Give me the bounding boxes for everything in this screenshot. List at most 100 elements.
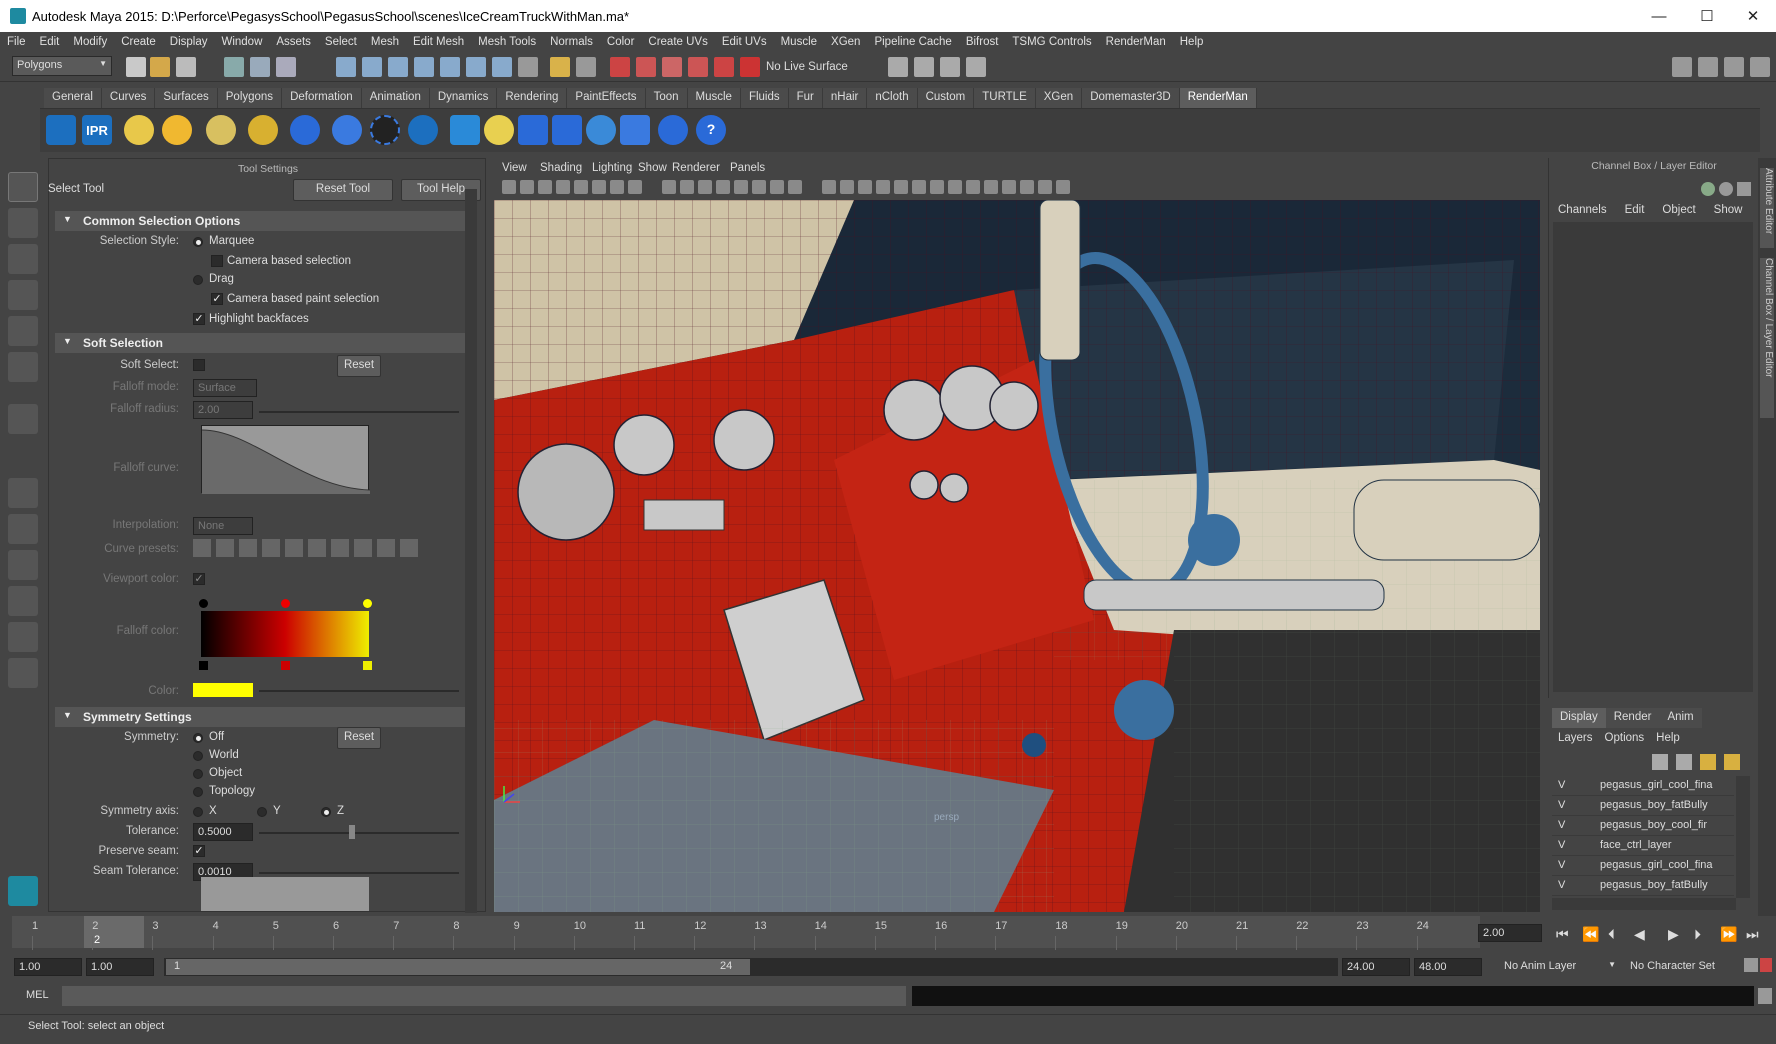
play-forwards-icon[interactable]: ▶ [1668,926,1679,943]
calculator-icon[interactable] [518,115,548,145]
layer-menu-options[interactable]: Options [1599,730,1651,748]
select-component-icon[interactable] [276,57,296,77]
tool-settings-toggle-icon[interactable] [966,57,986,77]
viewport-toolbar-icon[interactable] [840,180,854,194]
layout-1-icon[interactable] [1672,57,1692,77]
layer-visibility-toggle[interactable]: V [1558,839,1565,851]
ipr-render-icon[interactable] [636,57,656,77]
channel-box-menu-channels[interactable]: Channels [1549,202,1616,220]
layer-menu-help[interactable]: Help [1650,730,1686,748]
step-forward-key-icon[interactable]: ⏩ [1720,926,1737,943]
camera-based-paint-checkbox[interactable]: ✓ [211,293,223,305]
info-icon[interactable] [408,115,438,145]
layer-visibility-toggle[interactable]: V [1558,859,1565,871]
viewport-menu-lighting[interactable]: Lighting [592,162,632,174]
command-input[interactable] [62,986,906,1006]
tolerance-slider-handle[interactable] [349,825,355,839]
lock-icon[interactable] [550,57,570,77]
shelf-tab-rendering[interactable]: Rendering [497,88,568,108]
tolerance-slider[interactable] [259,832,459,834]
layer-tab-anim[interactable]: Anim [1659,708,1702,728]
layer-row[interactable]: Vpegasus_girl_cool_fina [1552,776,1734,796]
menu-display[interactable]: Display [163,36,215,48]
layout-2-icon[interactable] [1698,57,1718,77]
ring-icon[interactable] [370,115,400,145]
viewport-toolbar-icon[interactable] [662,180,676,194]
viewport-toolbar-icon[interactable] [592,180,606,194]
color-swatch[interactable] [193,683,253,697]
tool-settings-scrollbar[interactable] [465,189,477,913]
layer-row[interactable]: Vpegasus_boy_fatBully [1552,876,1734,896]
viewport-toolbar-icon[interactable] [912,180,926,194]
snap-view-icon[interactable] [414,57,434,77]
menu-edit-uvs[interactable]: Edit UVs [715,36,774,48]
snap-surface-icon[interactable] [440,57,460,77]
anim-start-field[interactable]: 1.00 [14,958,82,976]
soft-selection-section[interactable]: Soft Selection [55,333,465,353]
menu-mesh[interactable]: Mesh [364,36,406,48]
layer-visibility-toggle[interactable]: V [1558,879,1565,891]
viewport-toolbar-icon[interactable] [966,180,980,194]
viewport-toolbar-icon[interactable] [1038,180,1052,194]
viewport-toolbar-icon[interactable] [1056,180,1070,194]
chart-icon[interactable] [620,115,650,145]
eye-icon[interactable] [450,115,480,145]
viewport-toolbar-icon[interactable] [930,180,944,194]
last-tool-icon[interactable] [8,404,38,434]
shelf-tab-painteffects[interactable]: PaintEffects [567,88,646,108]
open-scene-icon[interactable] [150,57,170,77]
seam-tolerance-slider[interactable] [259,872,459,874]
shelf-tab-surfaces[interactable]: Surfaces [155,88,218,108]
tolerance-field[interactable]: 0.5000 [193,823,253,841]
color-slider[interactable] [259,690,459,692]
menu-muscle[interactable]: Muscle [774,36,824,48]
menu-mesh-tools[interactable]: Mesh Tools [471,36,543,48]
channel-box-menu-object[interactable]: Object [1653,202,1704,220]
layer-visibility-toggle[interactable]: V [1558,819,1565,831]
shelf-tab-xgen[interactable]: XGen [1035,88,1083,108]
viewport-toolbar-icon[interactable] [770,180,784,194]
viewport-toolbar-icon[interactable] [716,180,730,194]
help-icon[interactable] [518,57,538,77]
curve-preset-2[interactable] [216,539,234,557]
menu-bifrost[interactable]: Bifrost [959,36,1006,48]
menu-color[interactable]: Color [600,36,641,48]
shelf-tab-ncloth[interactable]: nCloth [867,88,918,108]
menu-normals[interactable]: Normals [543,36,600,48]
viewport-menu-view[interactable]: View [502,162,527,174]
curve-preset-6[interactable] [308,539,326,557]
box-icon[interactable] [552,115,582,145]
shelf-tab-nhair[interactable]: nHair [822,88,868,108]
hypershade-icon[interactable] [688,57,708,77]
viewport-toolbar-icon[interactable] [752,180,766,194]
range-handle[interactable]: 1 24 [166,959,750,975]
viewport-3d[interactable]: persp [494,200,1540,912]
layer-tab-render[interactable]: Render [1605,708,1660,728]
select-hierarchy-icon[interactable] [224,57,244,77]
snap-grid2-icon[interactable] [466,57,486,77]
menu-window[interactable]: Window [214,36,269,48]
channel-box-menu-show[interactable]: Show [1705,202,1752,220]
render-icon[interactable] [610,57,630,77]
curve-preset-4[interactable] [262,539,280,557]
channel-box-tab[interactable]: Channel Box / Layer Editor [1760,258,1774,418]
layout-graph-icon[interactable] [8,586,38,616]
snap-live-icon[interactable] [492,57,512,77]
menu-xgen[interactable]: XGen [824,36,867,48]
menu-file[interactable]: File [0,36,33,48]
viewport-toolbar-icon[interactable] [538,180,552,194]
symmetry-section[interactable]: Symmetry Settings [55,707,465,727]
drag-radio[interactable] [193,275,203,285]
viewport-toolbar-icon[interactable] [680,180,694,194]
axis-z-radio[interactable] [321,807,331,817]
layer-menu-layers[interactable]: Layers [1552,730,1599,748]
viewport-toolbar-icon[interactable] [502,180,516,194]
layer-visibility-toggle[interactable]: V [1558,799,1565,811]
interpolation-dropdown[interactable]: None [193,517,253,535]
layer-visibility-toggle[interactable]: V [1558,779,1565,791]
ipr-button[interactable]: IPR [82,115,112,145]
symmetry-world-radio[interactable] [193,751,203,761]
layer-list-scrollbar[interactable] [1736,776,1750,898]
viewport-color-checkbox[interactable]: ✓ [193,573,205,585]
range-track[interactable]: 1 24 [164,958,1338,976]
